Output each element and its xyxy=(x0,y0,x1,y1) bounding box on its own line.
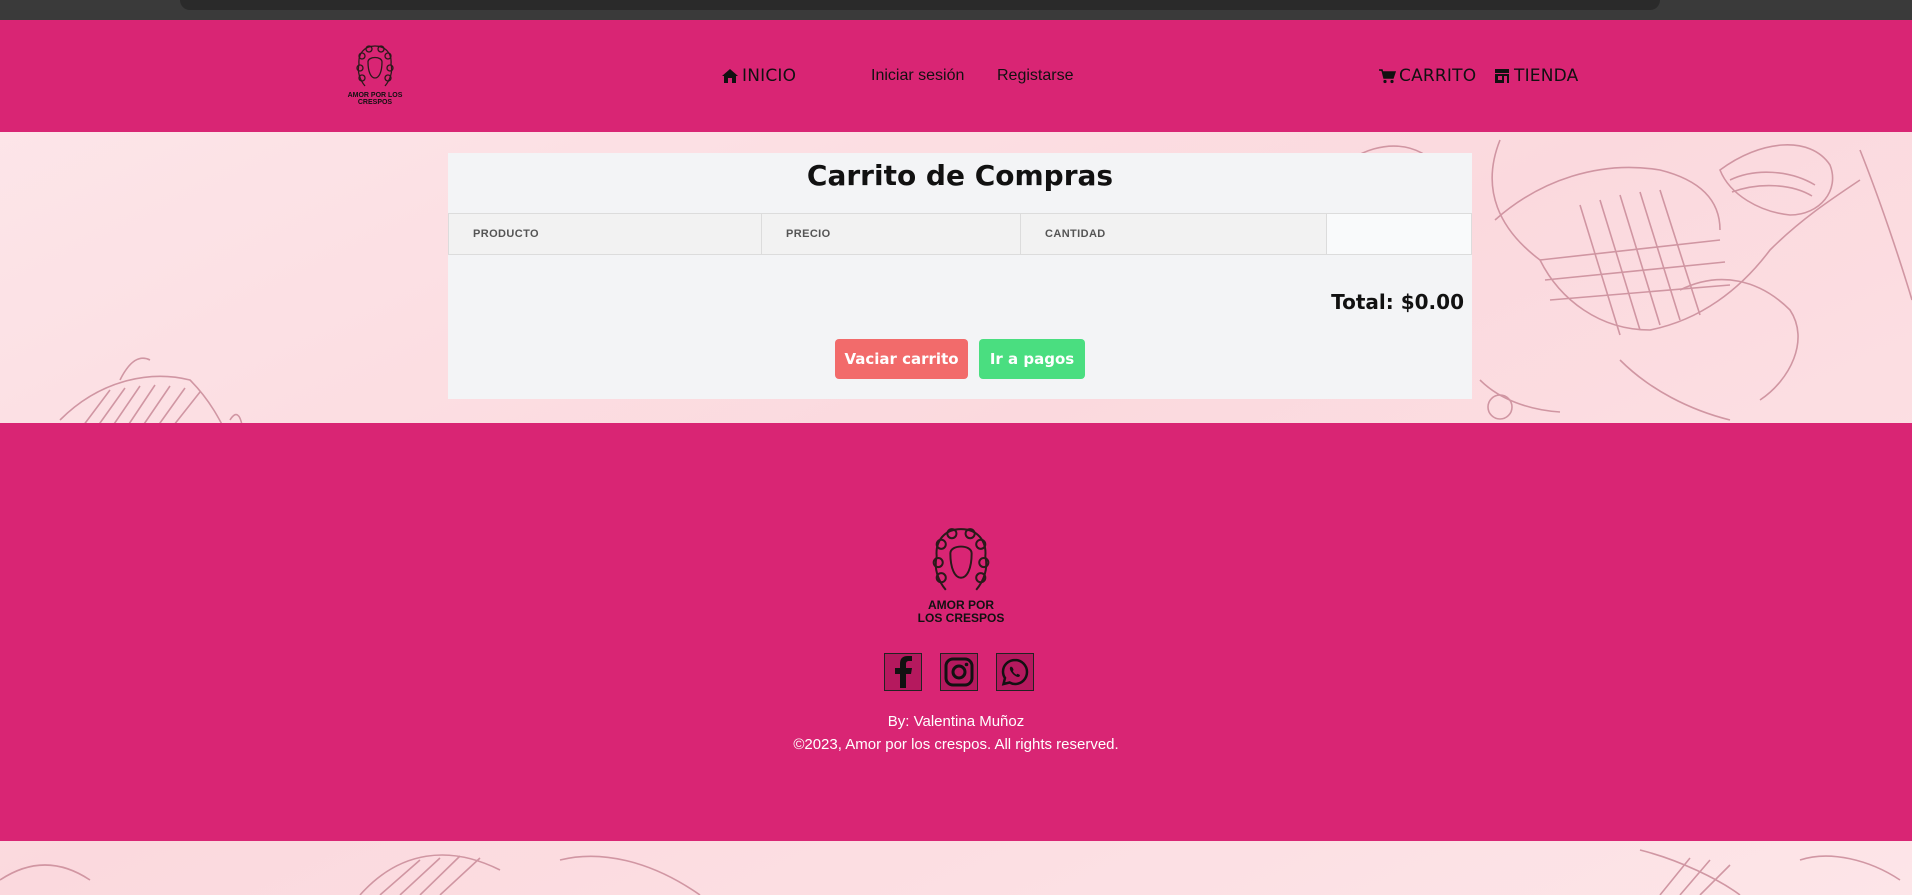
column-header-quantity: CANTIDAD xyxy=(1021,214,1327,254)
nav-register-label: Registarse xyxy=(997,67,1074,84)
browser-address-bar xyxy=(180,0,1660,10)
empty-cart-button[interactable]: Vaciar carrito xyxy=(835,339,968,379)
header-logo-text: AMOR POR LOS CRESPOS xyxy=(347,92,403,107)
facebook-icon xyxy=(895,656,912,688)
nav-home-label: INICIO xyxy=(742,66,797,86)
nav-register-link[interactable]: Registarse xyxy=(997,67,1073,85)
checkout-button[interactable]: Ir a pagos xyxy=(979,339,1085,379)
nav-store-link[interactable]: TIENDA xyxy=(1493,66,1578,86)
header-logo[interactable]: AMOR POR LOS CRESPOS xyxy=(345,42,405,107)
browser-top-strip xyxy=(0,0,1912,20)
cart-total: Total: $0.00 xyxy=(1331,290,1464,314)
page-title: Carrito de Compras xyxy=(806,159,1114,192)
cart-table-header: PRODUCTO PRECIO CANTIDAD xyxy=(448,213,1472,255)
copyright-notice: ©2023, Amor por los crespos. All rights … xyxy=(793,736,1119,753)
facebook-link[interactable] xyxy=(884,653,922,691)
whatsapp-link[interactable] xyxy=(996,653,1034,691)
home-icon xyxy=(722,69,738,83)
cart-icon xyxy=(1379,69,1396,84)
instagram-link[interactable] xyxy=(940,653,978,691)
curly-hair-logo-icon xyxy=(932,528,990,591)
nav-cart-label: CARRITO xyxy=(1399,66,1477,86)
cart-panel: Carrito de Compras PRODUCTO PRECIO CANTI… xyxy=(448,153,1472,399)
curly-hair-logo-icon xyxy=(356,45,394,87)
column-header-actions xyxy=(1327,214,1471,254)
nav-home-link[interactable]: INICIO xyxy=(721,66,796,86)
nav-login-label: Iniciar sesión xyxy=(871,67,965,84)
whatsapp-icon xyxy=(1001,658,1029,686)
store-icon xyxy=(1495,69,1509,83)
author-credit: By: Valentina Muñoz xyxy=(887,713,1025,730)
site-header: AMOR POR LOS CRESPOS INICIO Iniciar sesi… xyxy=(0,20,1912,132)
nav-cart-link[interactable]: CARRITO xyxy=(1378,66,1476,86)
footer-logo-text: AMOR POR LOS CRESPOS xyxy=(917,598,1005,625)
column-header-product: PRODUCTO xyxy=(449,214,762,254)
nav-store-label: TIENDA xyxy=(1514,66,1579,86)
site-footer: AMOR POR LOS CRESPOS By: Valentina Muñoz… xyxy=(0,423,1912,841)
nav-login-link[interactable]: Iniciar sesión xyxy=(871,67,964,85)
footer-logo[interactable]: AMOR POR LOS CRESPOS xyxy=(915,523,1007,624)
column-header-price: PRECIO xyxy=(762,214,1021,254)
instagram-icon xyxy=(944,657,974,687)
